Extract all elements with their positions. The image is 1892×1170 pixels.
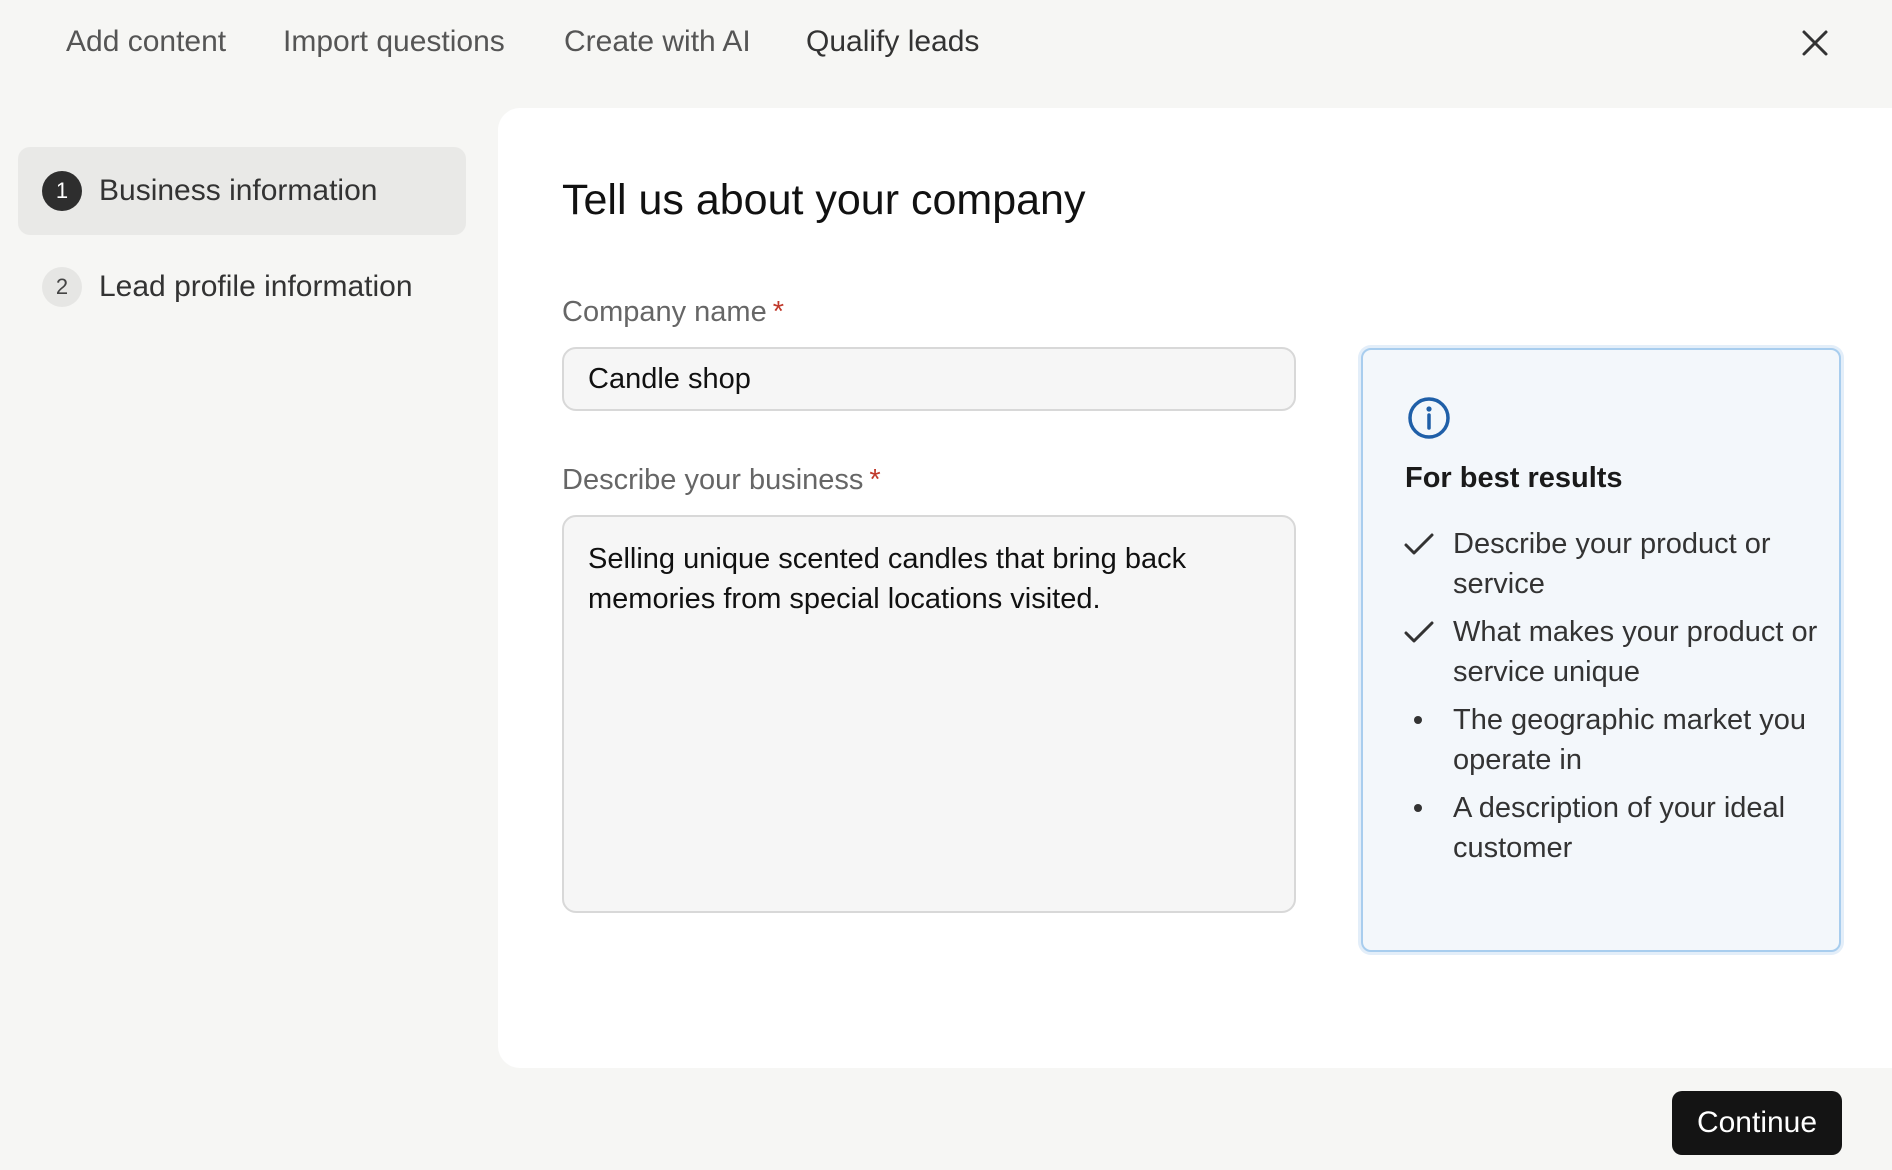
tips-panel: For best results Describe your product o… — [1361, 348, 1841, 952]
tip-item-checked: Describe your product or service — [1403, 524, 1823, 604]
business-description-label: Describe your business * — [562, 464, 881, 496]
step-lead-profile-information[interactable]: 2 Lead profile information — [18, 243, 466, 331]
tab-import-questions[interactable]: Import questions — [283, 24, 505, 60]
business-description-textarea[interactable]: Selling unique scented candles that brin… — [562, 515, 1296, 913]
bullet-icon — [1414, 804, 1422, 812]
checkmark-icon — [1404, 533, 1434, 555]
step-label: Lead profile information — [99, 270, 413, 303]
top-navigation: Add content Import questions Create with… — [0, 0, 1892, 88]
checkmark-icon — [1404, 621, 1434, 643]
info-icon — [1408, 397, 1450, 439]
step-number-badge: 1 — [42, 171, 82, 211]
main-panel: Tell us about your company Company name *… — [498, 108, 1892, 1068]
required-marker: * — [772, 296, 785, 328]
step-label: Business information — [99, 174, 378, 207]
tip-item-bullet: A description of your ideal customer — [1403, 788, 1823, 868]
company-name-input[interactable] — [562, 347, 1296, 411]
required-marker: * — [869, 464, 881, 496]
bullet-icon — [1414, 716, 1422, 724]
tip-item-bullet: The geographic market you operate in — [1403, 700, 1823, 780]
step-number-badge: 2 — [42, 267, 82, 307]
tips-list: Describe your product or service What ma… — [1403, 524, 1823, 876]
step-business-information[interactable]: 1 Business information — [18, 147, 466, 235]
close-button[interactable] — [1798, 26, 1832, 60]
close-icon — [1802, 30, 1828, 56]
company-name-label: Company name * — [562, 296, 785, 328]
tab-create-with-ai[interactable]: Create with AI — [564, 24, 751, 60]
page-title: Tell us about your company — [562, 176, 1086, 224]
continue-button[interactable]: Continue — [1672, 1091, 1842, 1155]
step-sidebar: 1 Business information 2 Lead profile in… — [18, 147, 466, 331]
tip-item-checked: What makes your product or service uniqu… — [1403, 612, 1823, 692]
tips-heading: For best results — [1405, 462, 1623, 494]
tab-qualify-leads[interactable]: Qualify leads — [806, 24, 979, 60]
tab-add-content[interactable]: Add content — [66, 24, 226, 60]
